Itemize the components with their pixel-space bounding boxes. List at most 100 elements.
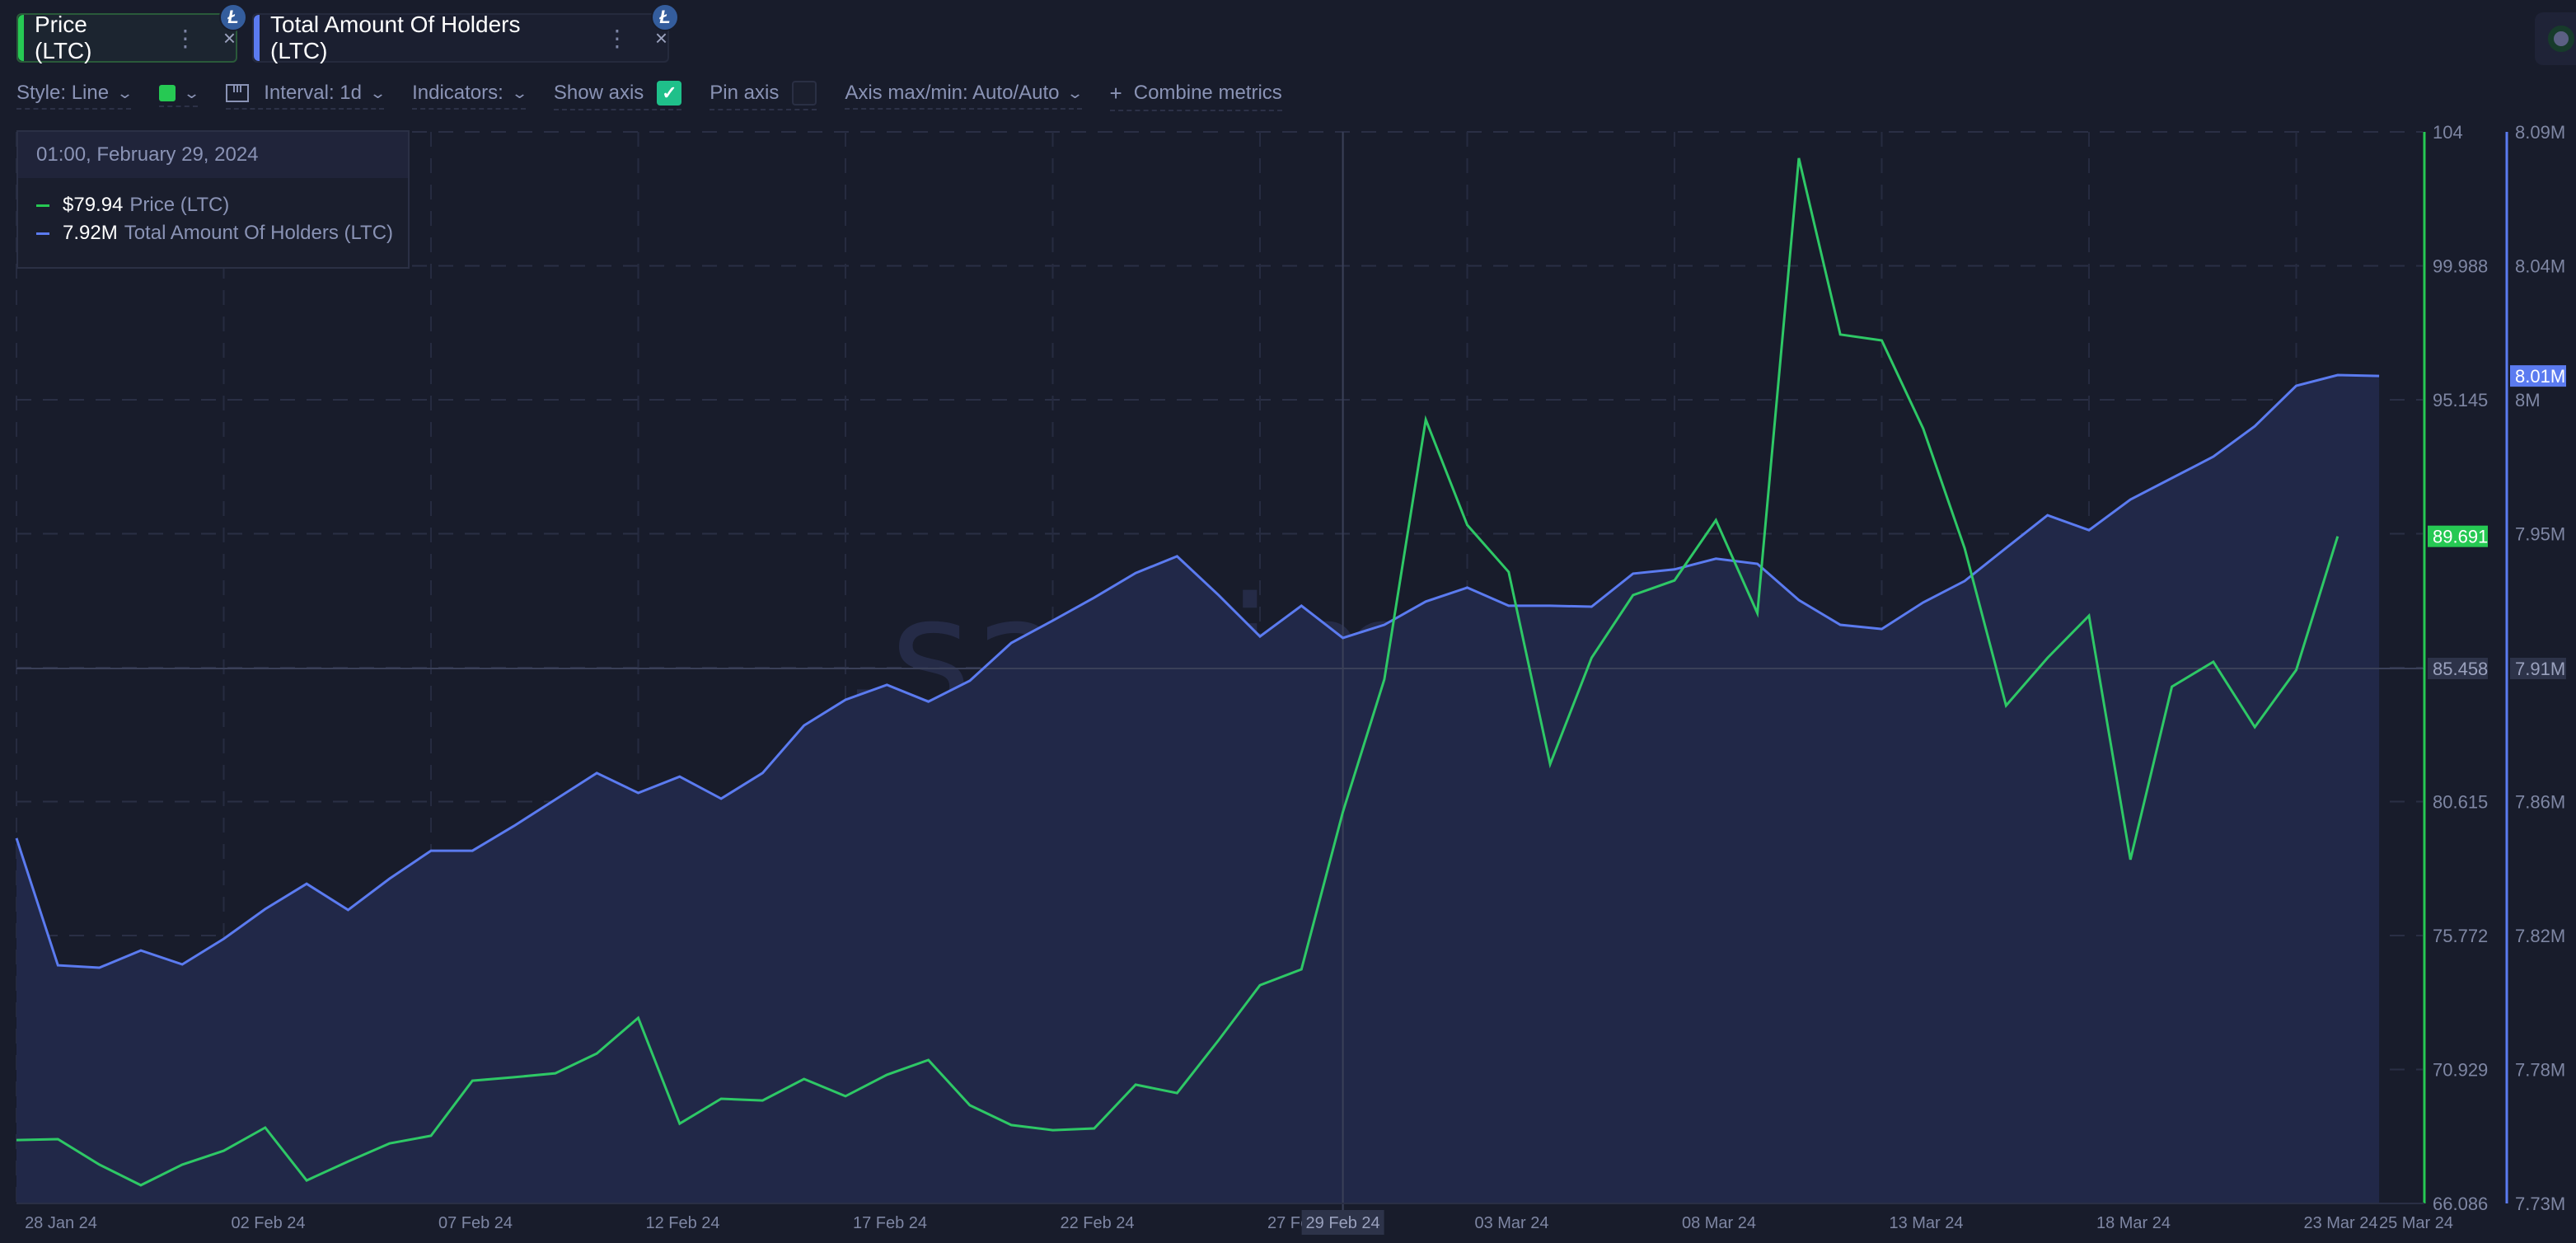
- price-point: [594, 1051, 599, 1056]
- price-point: [2335, 534, 2340, 539]
- holders-point: [1755, 561, 1760, 566]
- holders-point: [594, 771, 599, 776]
- holders-point: [222, 936, 227, 941]
- holders-point: [843, 697, 848, 702]
- price-tick-label: 99.988: [2433, 256, 2488, 277]
- price-point: [1796, 156, 1801, 161]
- tooltip-value: $79.94: [63, 194, 124, 216]
- holders-point: [1880, 626, 1885, 631]
- holders-point: [470, 848, 475, 853]
- x-tick-label: 25 Mar 24: [2379, 1214, 2453, 1232]
- x-tick-label: 22 Feb 24: [1060, 1214, 1134, 1232]
- holders-point: [345, 908, 350, 912]
- price-point: [55, 1137, 60, 1142]
- price-point: [1755, 611, 1760, 616]
- price-point: [512, 1075, 517, 1080]
- holders-last-value-label: 8.01M: [2515, 366, 2565, 387]
- price-point: [1174, 1091, 1179, 1095]
- price-point: [1423, 417, 1428, 422]
- price-point: [2045, 655, 2050, 660]
- price-point: [1506, 570, 1511, 575]
- holders-point: [1051, 618, 1056, 623]
- crosshair-date-label: 29 Feb 24: [1306, 1214, 1380, 1232]
- price-point: [2170, 684, 2175, 689]
- price-point: [884, 1072, 889, 1077]
- price-point: [97, 1162, 102, 1167]
- holders-point: [677, 774, 682, 779]
- holders-point: [387, 876, 392, 881]
- crosshair-holders-label: 7.91M: [2515, 659, 2565, 679]
- holders-tick-label: 7.95M: [2515, 524, 2565, 545]
- tooltip-metric-name: Price (LTC): [129, 194, 230, 216]
- holders-point: [138, 948, 143, 953]
- holders-point: [884, 682, 889, 687]
- price-point: [2087, 613, 2091, 618]
- holders-tick-label: 7.73M: [2515, 1194, 2565, 1214]
- x-tick-label: 08 Mar 24: [1682, 1214, 1756, 1232]
- price-point: [470, 1078, 475, 1083]
- price-tick-label: 104: [2433, 122, 2463, 143]
- holders-point: [1216, 593, 1221, 598]
- price-point: [138, 1183, 143, 1188]
- holders-point: [2294, 383, 2299, 388]
- holders-point: [926, 699, 931, 704]
- holders-point: [1092, 595, 1097, 600]
- x-tick-label: 28 Jan 24: [25, 1214, 97, 1232]
- x-tick-label: 13 Mar 24: [1889, 1214, 1963, 1232]
- price-legend-marker: [36, 204, 49, 207]
- holders-area-fill: [16, 375, 2380, 1203]
- x-tick-label: 03 Mar 24: [1474, 1214, 1548, 1232]
- price-tick-label: 70.929: [2433, 1060, 2488, 1081]
- holders-point: [553, 797, 558, 802]
- holders-legend-marker: [36, 232, 49, 235]
- price-point: [1672, 578, 1677, 583]
- price-point: [1133, 1082, 1138, 1087]
- price-tick-label: 95.145: [2433, 390, 2488, 410]
- price-point: [926, 1058, 931, 1062]
- holders-point: [2128, 497, 2133, 502]
- tooltip-row-price: $79.94 Price (LTC): [36, 191, 408, 219]
- price-point: [1258, 983, 1262, 987]
- price-point: [180, 1162, 185, 1167]
- price-point: [1341, 809, 1346, 814]
- price-point: [1838, 332, 1843, 337]
- price-point: [2294, 668, 2299, 673]
- price-point: [1880, 338, 1885, 343]
- x-tick-label: 18 Mar 24: [2096, 1214, 2171, 1232]
- holders-point: [14, 836, 19, 841]
- holders-point: [636, 790, 641, 795]
- holders-point: [967, 678, 972, 683]
- price-point: [843, 1094, 848, 1099]
- price-point: [802, 1076, 807, 1081]
- holders-point: [1838, 622, 1843, 627]
- holders-point: [719, 796, 724, 801]
- holders-point: [760, 771, 765, 776]
- holders-point: [2045, 513, 2050, 518]
- price-point: [760, 1098, 765, 1103]
- holders-tick-label: 7.78M: [2515, 1060, 2565, 1081]
- crosshair-price-label: 85.458: [2433, 659, 2488, 679]
- price-point: [2128, 857, 2133, 862]
- price-point: [1299, 967, 1304, 972]
- holders-point: [55, 963, 60, 968]
- holders-point: [2003, 546, 2008, 551]
- price-point: [1962, 546, 1967, 551]
- price-point: [1713, 518, 1718, 523]
- holders-point: [1382, 622, 1387, 627]
- price-tick-label: 75.772: [2433, 926, 2488, 946]
- holders-point: [2252, 424, 2257, 429]
- holders-point: [1962, 579, 1967, 584]
- holders-point: [1796, 598, 1801, 603]
- price-last-value-label: 89.691: [2433, 527, 2488, 547]
- holders-point: [1548, 603, 1553, 608]
- holders-point: [512, 823, 517, 828]
- holders-point: [1299, 603, 1304, 608]
- x-tick-label: 02 Feb 24: [231, 1214, 305, 1232]
- price-point: [345, 1159, 350, 1164]
- holders-point: [1341, 636, 1346, 640]
- holders-point: [2377, 373, 2382, 378]
- holders-point: [1921, 600, 1926, 605]
- holders-point: [2170, 476, 2175, 481]
- holders-point: [429, 848, 433, 853]
- holders-point: [304, 881, 309, 886]
